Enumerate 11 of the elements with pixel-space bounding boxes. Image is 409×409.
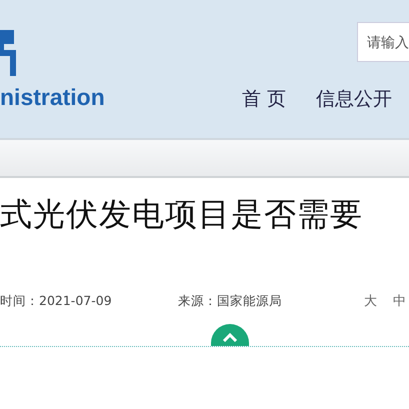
nav-link[interactable]: 信息公开	[316, 86, 392, 112]
logo-text: nistration	[0, 84, 105, 111]
article-title: 式光伏发电项目是否需要	[0, 194, 364, 235]
chevron-up-icon	[222, 332, 238, 342]
nav-link[interactable]: 首 页	[242, 86, 286, 112]
publish-time: 时间：2021-07-09	[0, 292, 113, 310]
search-field[interactable]: 请输入	[357, 22, 409, 62]
back-to-top-button[interactable]	[211, 324, 249, 346]
font-size-link[interactable]: 大	[364, 292, 377, 310]
article-source: 来源：国家能源局	[178, 292, 283, 310]
font-size-link[interactable]: 中	[393, 292, 406, 310]
